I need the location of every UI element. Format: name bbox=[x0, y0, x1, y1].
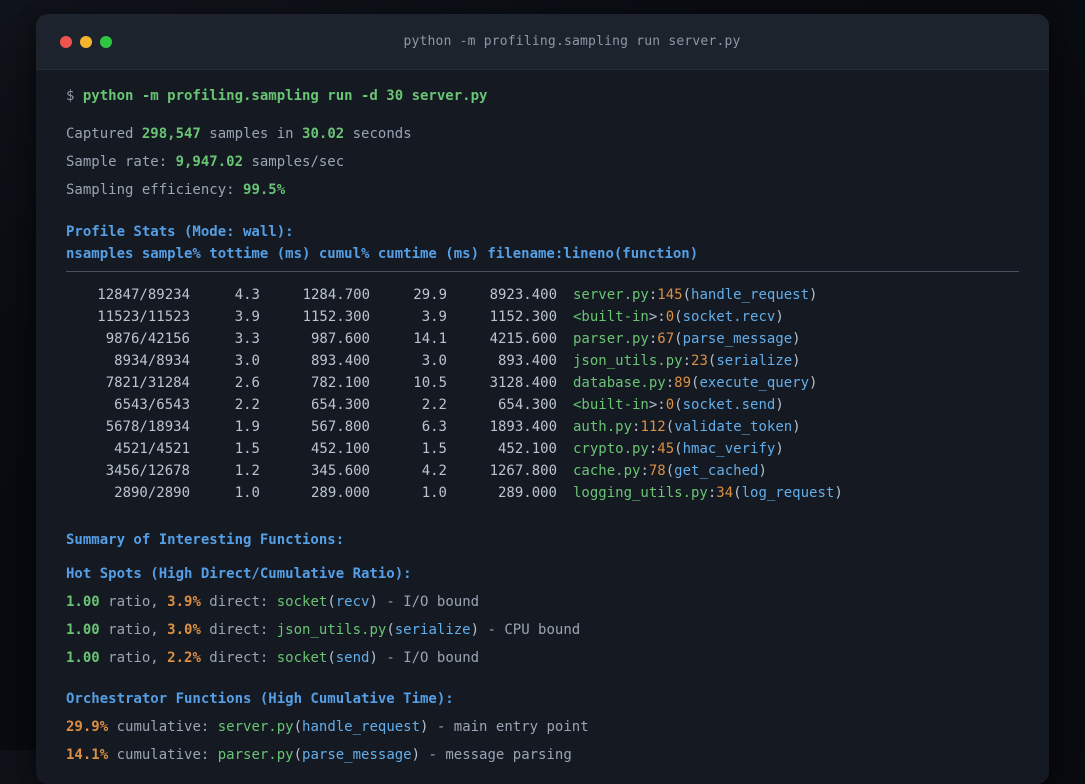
minimize-button[interactable] bbox=[80, 35, 92, 48]
summary-heading: Summary of Interesting Functions: bbox=[66, 532, 345, 548]
hot-spot-line: 1.00 ratio, 2.2% direct: socket(send) - … bbox=[66, 650, 480, 666]
table-row: 2890/2890 1.0 289.000 1.0 289.000 logging_uti… bbox=[66, 482, 1019, 504]
profile-stats-table: 12847/89234 4.3 1284.700 29.9 8923.400 server… bbox=[66, 284, 1019, 504]
close-button[interactable] bbox=[60, 35, 72, 48]
function-location: auth.py:112(validate_token) bbox=[573, 419, 801, 435]
profile-stats-column-header: nsamples sample% tottime (ms) cumul% cum… bbox=[66, 246, 699, 262]
function-location: logging_utils.py:34(log_request) bbox=[573, 485, 843, 501]
table-row: 7821/31284 2.6 782.100 10.5 3128.400 database… bbox=[66, 372, 1019, 394]
function-location: server.py:145(handle_request) bbox=[573, 287, 818, 303]
function-location: crypto.py:45(hmac_verify) bbox=[573, 441, 784, 457]
window-title: python -m profiling.sampling run server.… bbox=[403, 34, 741, 49]
table-row: 5678/18934 1.9 567.800 6.3 1893.400 auth.py:1… bbox=[66, 416, 1019, 438]
orchestrator-heading: Orchestrator Functions (High Cumulative … bbox=[66, 691, 454, 707]
captured-line: Captured 298,547 samples in 30.02 second… bbox=[66, 126, 412, 142]
hot-spots-heading: Hot Spots (High Direct/Cumulative Ratio)… bbox=[66, 566, 412, 582]
maximize-button[interactable] bbox=[100, 35, 112, 48]
table-row: 9876/42156 3.3 987.600 14.1 4215.600 parser.p… bbox=[66, 328, 1019, 350]
sample-rate-line: Sample rate: 9,947.02 samples/sec bbox=[66, 154, 345, 170]
traffic-lights bbox=[60, 35, 136, 48]
function-location: parser.py:67(parse_message) bbox=[573, 331, 801, 347]
function-location: database.py:89(execute_query) bbox=[573, 375, 818, 391]
function-location: <built-in>:0(socket.send) bbox=[573, 397, 784, 413]
hot-spot-line: 1.00 ratio, 3.9% direct: socket(recv) - … bbox=[66, 594, 480, 610]
profile-stats-heading: Profile Stats (Mode: wall): bbox=[66, 224, 294, 240]
hot-spot-line: 1.00 ratio, 3.0% direct: json_utils.py(s… bbox=[66, 622, 581, 638]
window-titlebar: python -m profiling.sampling run server.… bbox=[36, 14, 1049, 70]
table-row: 3456/12678 1.2 345.600 4.2 1267.800 cache.py:… bbox=[66, 460, 1019, 482]
orchestrator-line: 14.1% cumulative: parser.py(parse_messag… bbox=[66, 747, 572, 763]
command-line: $ python -m profiling.sampling run -d 30… bbox=[66, 88, 488, 104]
terminal-output: $ python -m profiling.sampling run -d 30… bbox=[36, 70, 1049, 769]
function-location: <built-in>:0(socket.recv) bbox=[573, 309, 784, 325]
orchestrator-line: 29.9% cumulative: server.py(handle_reque… bbox=[66, 719, 589, 735]
table-row: 6543/6543 2.2 654.300 2.2 654.300 <built-in>:… bbox=[66, 394, 1019, 416]
table-row: 11523/11523 3.9 1152.300 3.9 1152.300 <built-… bbox=[66, 306, 1019, 328]
function-location: cache.py:78(get_cached) bbox=[573, 463, 767, 479]
table-row: 4521/4521 1.5 452.100 1.5 452.100 crypto.py:4… bbox=[66, 438, 1019, 460]
function-location: json_utils.py:23(serialize) bbox=[573, 353, 801, 369]
table-row: 12847/89234 4.3 1284.700 29.9 8923.400 server… bbox=[66, 284, 1019, 306]
sampling-efficiency-line: Sampling efficiency: 99.5% bbox=[66, 182, 286, 198]
terminal-window: python -m profiling.sampling run server.… bbox=[36, 14, 1049, 784]
table-row: 8934/8934 3.0 893.400 3.0 893.400 json_utils.… bbox=[66, 350, 1019, 372]
header-separator bbox=[66, 271, 1019, 272]
